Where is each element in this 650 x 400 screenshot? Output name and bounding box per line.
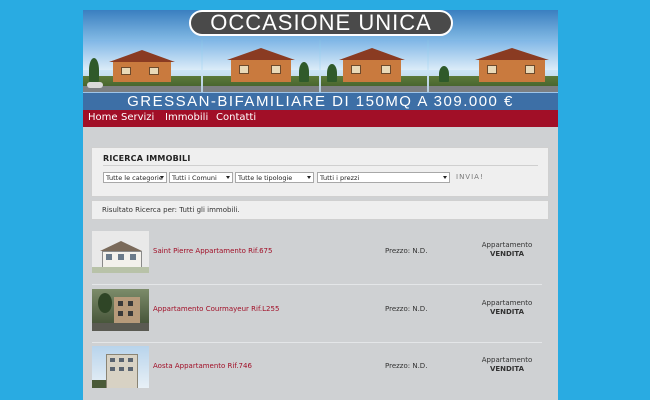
result-summary-panel: Risultato Ricerca per: Tutti gli immobil… [91,200,549,220]
banner-photo [321,40,427,92]
banner-subtitle: GRESSAN-BIFAMILIARE DI 150MQ A 309.000 € [83,92,558,110]
listing-price: Prezzo: N.D. [385,305,428,313]
listing-item: Saint Pierre Appartamento Rif.675 Prezzo… [92,231,542,273]
listing-thumbnail[interactable] [92,289,149,331]
submit-button[interactable]: INVIA! [456,172,484,183]
search-title: RICERCA IMMOBILI [103,154,191,163]
category-select-value: Tutte le categorie [106,174,163,182]
chevron-down-icon [307,176,311,179]
listing-price: Prezzo: N.D. [385,247,428,255]
listing-price: Prezzo: N.D. [385,362,428,370]
listing-item: Appartamento Courmayeur Rif.L255 Prezzo:… [92,289,542,331]
search-panel: RICERCA IMMOBILI Tutte le categorie Tutt… [91,147,549,197]
nav-item-contatti[interactable]: Contatti [216,111,256,125]
banner-photo [203,40,319,92]
chevron-down-icon [226,176,230,179]
comune-select[interactable]: Tutti i Comuni [169,172,233,183]
banner-photo [83,40,201,92]
listing-category: Appartamento [481,299,533,307]
tipologia-select-value: Tutte le tipologie [238,174,293,182]
divider [92,284,542,285]
page-container: OCCASIONE UNICA GRESSAN-BIFAMILIARE DI 1… [83,10,558,400]
listing-title-link[interactable]: Aosta Appartamento Rif.746 [153,362,252,370]
divider [92,342,542,343]
listing-type: Appartamento VENDITA [464,356,550,374]
promo-banner[interactable]: OCCASIONE UNICA GRESSAN-BIFAMILIARE DI 1… [83,10,558,110]
divider [103,165,538,166]
comune-select-value: Tutti i Comuni [172,174,217,182]
price-select-value: Tutti i prezzi [320,174,360,182]
chevron-down-icon [443,176,447,179]
category-select[interactable]: Tutte le categorie [103,172,167,183]
listing-contract: VENDITA [489,250,525,258]
listing-category: Appartamento [481,356,533,364]
listing-type: Appartamento VENDITA [464,241,550,259]
nav-item-home[interactable]: Home [88,111,118,125]
main-nav: Home Servizi Immobili Contatti [83,110,558,127]
nav-item-immobili[interactable]: Immobili [165,111,208,125]
listing-thumbnail[interactable] [92,231,149,273]
listing-category: Appartamento [481,241,533,249]
listing-title-link[interactable]: Saint Pierre Appartamento Rif.675 [153,247,272,255]
banner-photo [429,40,558,92]
listing-type: Appartamento VENDITA [464,299,550,317]
banner-title: OCCASIONE UNICA [189,10,453,36]
result-summary: Risultato Ricerca per: Tutti gli immobil… [102,206,240,214]
tipologia-select[interactable]: Tutte le tipologie [235,172,314,183]
listing-thumbnail[interactable] [92,346,149,388]
nav-item-servizi[interactable]: Servizi [121,111,154,125]
price-select[interactable]: Tutti i prezzi [317,172,450,183]
listing-contract: VENDITA [489,308,525,316]
listing-title-link[interactable]: Appartamento Courmayeur Rif.L255 [153,305,279,313]
listing-item: Aosta Appartamento Rif.746 Prezzo: N.D. … [92,346,542,388]
chevron-down-icon [160,176,164,179]
listing-contract: VENDITA [489,365,525,373]
